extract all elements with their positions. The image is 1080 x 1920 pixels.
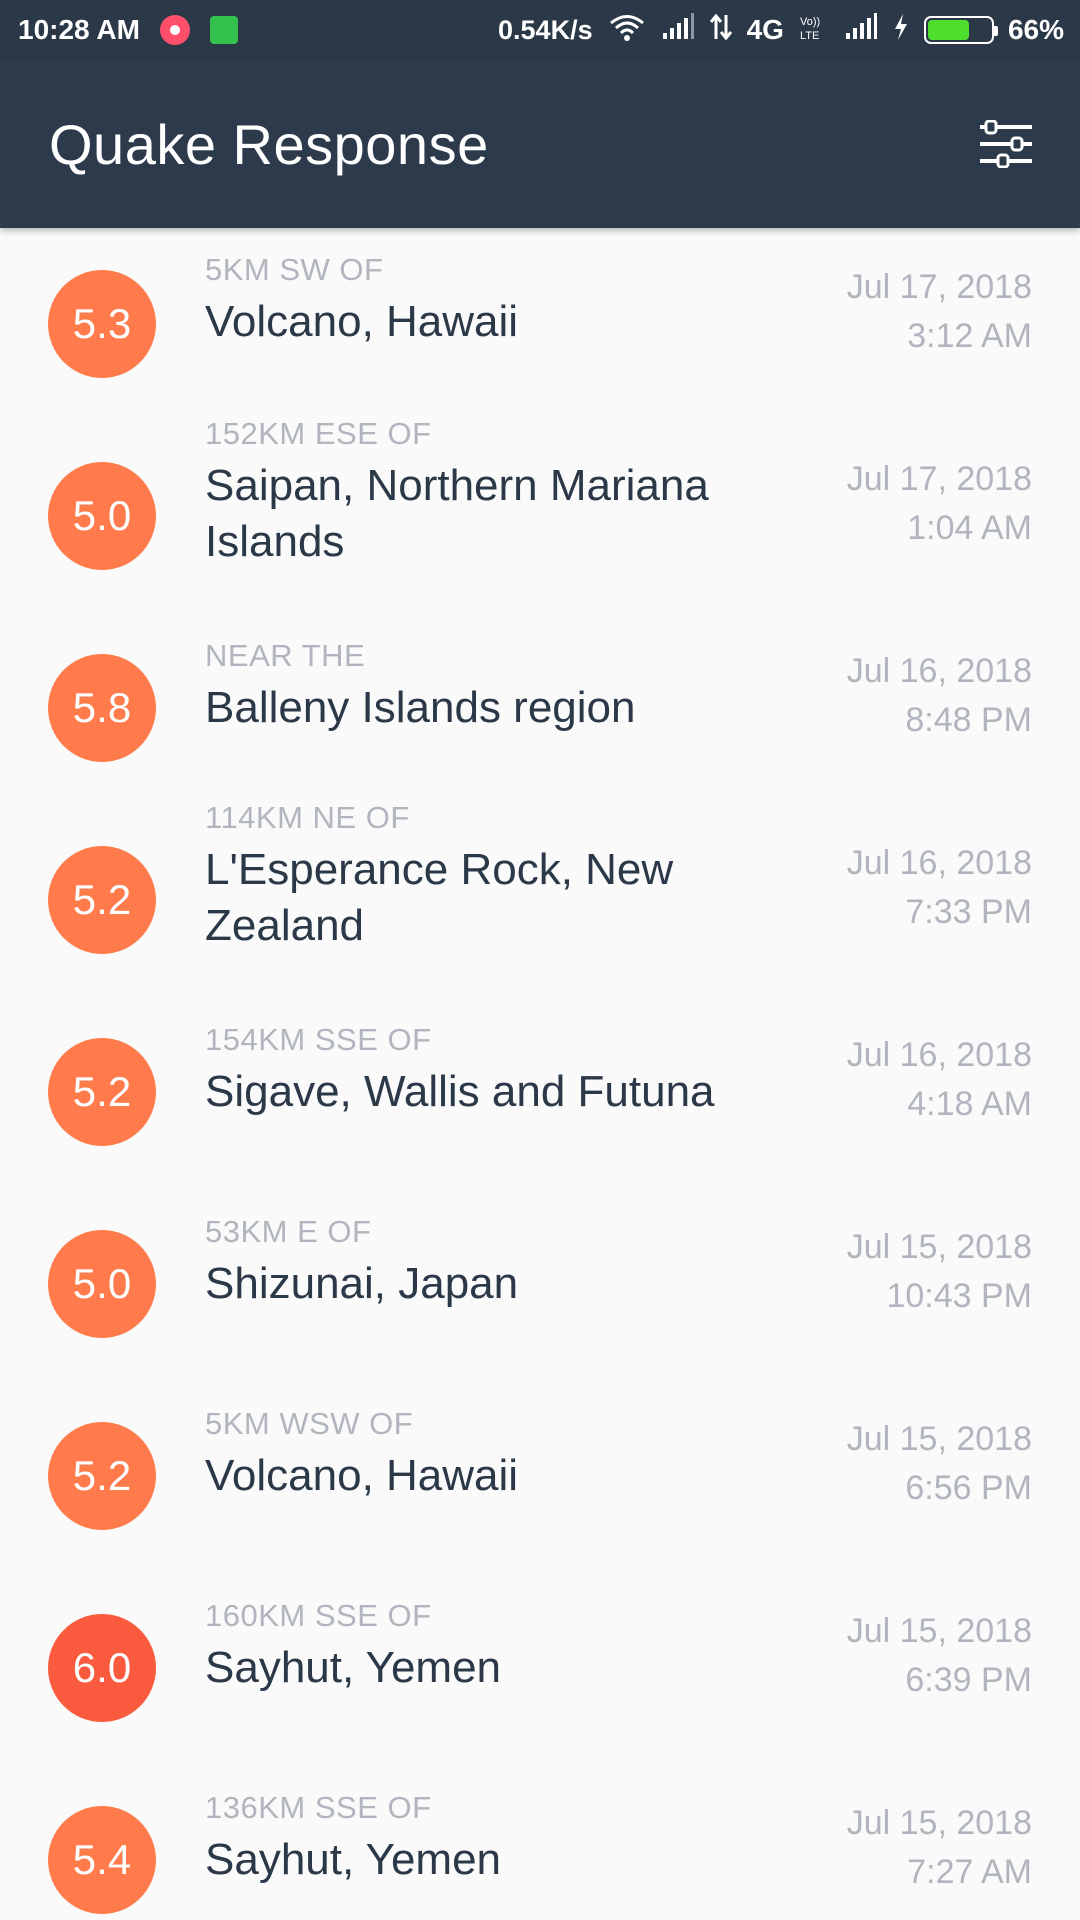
datetime-block: Jul 16, 2018 4:18 AM <box>847 1031 1032 1129</box>
datetime-block: Jul 15, 2018 6:56 PM <box>847 1415 1032 1513</box>
earthquake-list[interactable]: 5.3 5KM SW OF Volcano, Hawaii Jul 17, 2018 3… <box>0 228 1080 1920</box>
quake-time: 10:43 PM <box>886 1277 1032 1315</box>
location-name: Volcano, Hawaii <box>205 297 519 346</box>
filter-button[interactable] <box>976 114 1036 174</box>
location-offset: NEAR THE <box>205 638 366 673</box>
network-type: 4G <box>746 14 784 45</box>
quake-time: 3:12 AM <box>907 317 1032 355</box>
datetime-block: Jul 15, 2018 6:39 PM <box>847 1607 1032 1705</box>
signal-icon <box>844 12 878 48</box>
location-offset: 5KM SW OF <box>205 252 384 287</box>
quake-time: 1:04 AM <box>907 509 1032 547</box>
quake-date: Jul 17, 2018 <box>846 268 1032 306</box>
quake-date: Jul 15, 2018 <box>846 1420 1032 1458</box>
location-offset: 53KM E OF <box>205 1214 372 1249</box>
quake-time: 4:18 AM <box>907 1085 1032 1123</box>
battery-icon <box>923 16 998 44</box>
app-bar: Quake Response <box>0 60 1080 228</box>
location-offset: 5KM WSW OF <box>205 1406 414 1441</box>
magnitude-badge: 6.0 <box>48 1614 156 1722</box>
quake-time: 7:33 PM <box>905 893 1032 931</box>
location-block: 5KM SW OF Volcano, Hawaii <box>205 250 780 350</box>
datetime-block: Jul 15, 2018 7:27 AM <box>847 1799 1032 1897</box>
network-speed: 0.54K/s <box>498 14 593 45</box>
quake-time: 8:48 PM <box>905 701 1032 739</box>
android-icon <box>209 16 238 44</box>
location-block: 53KM E OF Shizunai, Japan <box>205 1212 780 1312</box>
charging-icon <box>892 13 910 48</box>
location-block: NEAR THE Balleny Islands region <box>205 636 780 736</box>
quake-date: Jul 15, 2018 <box>846 1804 1032 1842</box>
quake-date: Jul 16, 2018 <box>846 844 1032 882</box>
location-block: 152KM ESE OF Saipan, Northern Mariana Isl… <box>205 414 780 570</box>
quake-date: Jul 15, 2018 <box>846 1612 1032 1650</box>
datetime-block: Jul 17, 2018 3:12 AM <box>847 263 1032 361</box>
location-offset: 114KM NE OF <box>205 800 410 835</box>
location-name: Sigave, Wallis and Futuna <box>205 1067 715 1116</box>
magnitude-badge: 5.2 <box>48 1038 156 1146</box>
magnitude-badge: 5.3 <box>48 270 156 378</box>
datetime-block: Jul 16, 2018 8:48 PM <box>847 647 1032 745</box>
location-name: Shizunai, Japan <box>205 1259 519 1308</box>
quake-date: Jul 17, 2018 <box>846 460 1032 498</box>
battery-percent: 66% <box>1007 14 1064 45</box>
location-name: Balleny Islands region <box>205 683 636 732</box>
magnitude-badge: 5.8 <box>48 654 156 762</box>
location-name: Sayhut, Yemen <box>205 1835 502 1884</box>
datetime-block: Jul 17, 2018 1:04 AM <box>847 455 1032 553</box>
magnitude-badge: 5.4 <box>48 1806 156 1914</box>
svg-text:LTE: LTE <box>800 30 819 41</box>
data-arrows-icon <box>709 13 733 48</box>
status-bar: 10:28 AM 0.54K/s 4G Vo)) LTE 66% <box>0 0 1080 60</box>
music-app-icon <box>159 15 190 45</box>
quake-date: Jul 15, 2018 <box>846 1228 1032 1266</box>
quake-date: Jul 16, 2018 <box>846 1036 1032 1074</box>
quake-time: 6:56 PM <box>905 1469 1032 1507</box>
location-name: L'Esperance Rock, New Zealand <box>205 845 674 950</box>
magnitude-badge: 5.2 <box>48 846 156 954</box>
location-name: Saipan, Northern Mariana Islands <box>205 461 709 566</box>
location-block: 154KM SSE OF Sigave, Wallis and Futuna <box>205 1020 780 1120</box>
wifi-icon <box>607 12 647 49</box>
location-block: 136KM SSE OF Sayhut, Yemen <box>205 1788 780 1888</box>
location-block: 114KM NE OF L'Esperance Rock, New Zealand <box>205 798 780 954</box>
volte-icon: Vo)) LTE <box>798 13 830 48</box>
magnitude-badge: 5.0 <box>48 462 156 570</box>
location-offset: 136KM SSE OF <box>205 1790 432 1825</box>
location-block: 160KM SSE OF Sayhut, Yemen <box>205 1596 780 1696</box>
location-offset: 160KM SSE OF <box>205 1598 432 1633</box>
app-title: Quake Response <box>49 112 489 176</box>
location-name: Volcano, Hawaii <box>205 1451 519 1500</box>
sliders-icon[interactable] <box>978 120 1034 168</box>
location-offset: 152KM ESE OF <box>205 416 432 451</box>
status-time: 10:28 AM <box>18 14 140 45</box>
location-name: Sayhut, Yemen <box>205 1643 502 1692</box>
magnitude-badge: 5.2 <box>48 1422 156 1530</box>
signal-icon <box>661 12 695 48</box>
svg-text:Vo)): Vo)) <box>800 16 820 28</box>
location-offset: 154KM SSE OF <box>205 1022 432 1057</box>
datetime-block: Jul 16, 2018 7:33 PM <box>847 839 1032 937</box>
magnitude-badge: 5.0 <box>48 1230 156 1338</box>
quake-time: 6:39 PM <box>905 1661 1032 1699</box>
datetime-block: Jul 15, 2018 10:43 PM <box>847 1223 1032 1321</box>
quake-time: 7:27 AM <box>907 1853 1032 1891</box>
quake-date: Jul 16, 2018 <box>846 652 1032 690</box>
location-block: 5KM WSW OF Volcano, Hawaii <box>205 1404 780 1504</box>
battery-level <box>927 20 969 40</box>
